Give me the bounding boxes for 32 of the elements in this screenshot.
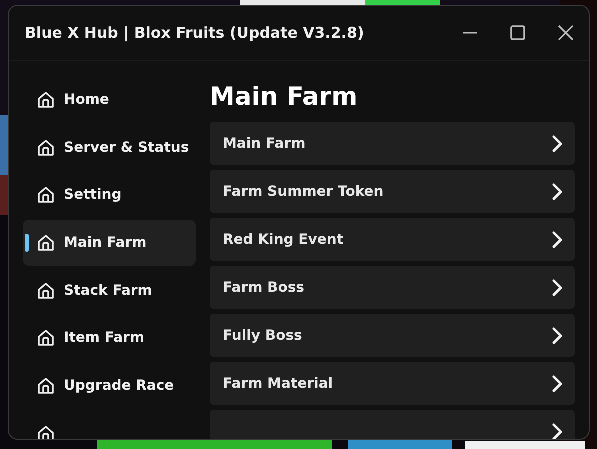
menu-row[interactable]: Farm Boss — [210, 266, 575, 309]
maximize-icon[interactable] — [509, 24, 527, 42]
sidebar-item[interactable]: Setting — [23, 172, 196, 218]
menu-row[interactable]: Main Farm — [210, 122, 575, 165]
menu-row[interactable]: Farm Material — [210, 362, 575, 405]
sidebar-item[interactable]: Server & Status — [23, 124, 196, 170]
house-icon — [36, 232, 56, 253]
chevron-icon — [551, 230, 563, 248]
close-icon[interactable] — [557, 24, 575, 42]
menu-row[interactable]: Red King Event — [210, 218, 575, 261]
chevron-icon — [551, 182, 563, 200]
house-icon — [36, 376, 56, 396]
sidebar-item[interactable]: Upgrade Race — [23, 363, 196, 409]
house-icon — [36, 328, 56, 348]
sidebar-item[interactable]: Home — [23, 77, 196, 123]
house-icon — [36, 424, 56, 439]
chevron-icon — [551, 278, 563, 296]
chevron-icon — [551, 422, 563, 439]
house-icon — [36, 185, 56, 206]
menu-row[interactable]: Farm Summer Token — [210, 170, 575, 213]
chevron-icon — [551, 326, 563, 344]
chevron-icon — [551, 374, 563, 392]
house-icon — [36, 90, 56, 110]
sidebar-item[interactable]: Stack Farm — [23, 268, 196, 314]
sidebar-item[interactable]: Item Farm — [23, 315, 196, 362]
window-title: Blue X Hub | Blox Fruits (Update V3.2.8) — [25, 24, 364, 42]
section-title: Main Farm — [210, 81, 359, 113]
chevron-icon — [551, 134, 563, 152]
sidebar-item[interactable]: Main Farm — [23, 220, 196, 266]
house-icon — [36, 280, 56, 301]
menu-row[interactable]: Fully Boss — [210, 314, 575, 357]
house-icon — [36, 138, 56, 158]
